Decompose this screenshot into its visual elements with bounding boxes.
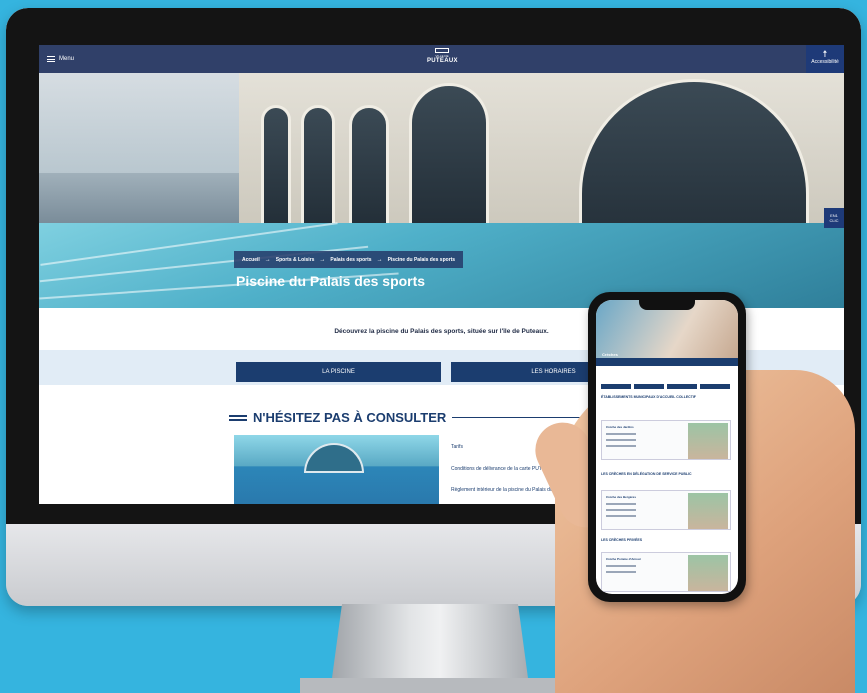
double-line-icon	[229, 414, 247, 421]
phone-tab-button[interactable]	[667, 384, 697, 389]
menu-label: Menu	[59, 56, 75, 62]
phone-card[interactable]: Crèche des Jardins	[601, 420, 731, 460]
pool-interior-image	[234, 435, 439, 504]
phone-screen: Crèches ÉTABLISSEMENTS MUNICIPAUX D'ACCU…	[596, 300, 738, 594]
hamburger-icon	[47, 56, 55, 62]
phone-section-heading: LES CRÈCHES EN DÉLÉGATION DE SERVICE PUB…	[601, 472, 692, 476]
page-title: Piscine du Palais des sports	[236, 273, 426, 289]
section-title: N'HÉSITEZ PAS À CONSULTER	[229, 410, 583, 425]
phone-card-line	[606, 503, 636, 505]
phone-card-title: Crèche Pomme d'Amour	[606, 557, 641, 561]
accessibility-button[interactable]: ☨ Accessibilité	[806, 45, 844, 73]
hero-building	[239, 73, 844, 279]
phone-card-title: Crèche des Jardins	[606, 425, 634, 429]
tab-la-piscine[interactable]: LA PISCINE	[236, 362, 441, 382]
phone-tab-button[interactable]	[700, 384, 730, 389]
monitor-stand-base	[300, 678, 560, 693]
phone-card-line	[606, 565, 636, 567]
arch-window	[304, 443, 364, 473]
hero-sky	[39, 73, 239, 173]
hero-image: EN1 CLIC Accueil → Sports & Loisirs → Pa…	[39, 73, 844, 308]
arrow-right-icon: →	[264, 256, 271, 263]
en1clic-badge[interactable]: EN1 CLIC	[824, 208, 844, 228]
site-logo[interactable]: VILLE DE PUTEAUX	[427, 48, 457, 64]
phone-card[interactable]: Crèche des Bergères	[601, 490, 731, 530]
phone-section-heading: ÉTABLISSEMENTS MUNICIPAUX D'ACCUEIL COLL…	[601, 395, 696, 399]
breadcrumb-item: Piscine du Palais des sports	[387, 256, 456, 263]
phone-card-line	[606, 515, 636, 517]
phone-tab-button[interactable]	[601, 384, 631, 389]
section-divider	[452, 417, 583, 418]
phone-card-image	[688, 555, 728, 591]
phone-card-image	[688, 493, 728, 529]
breadcrumb-item[interactable]: Accueil	[242, 257, 260, 263]
section-title-text: N'HÉSITEZ PAS À CONSULTER	[253, 410, 447, 425]
phone-breadcrumb-bar	[596, 358, 738, 366]
phone-card-line	[606, 509, 636, 511]
site-header: Menu VILLE DE PUTEAUX ☨ Accessibilité	[39, 45, 844, 73]
phone-card-line	[606, 445, 636, 447]
accessibility-label: Accessibilité	[811, 59, 839, 65]
phone-card-title: Crèche des Bergères	[606, 495, 637, 499]
phone-card[interactable]: Crèche Pomme d'Amour	[601, 552, 731, 592]
phone-page-title: Crèches	[602, 352, 618, 357]
accessibility-icon: ☨	[822, 49, 828, 59]
phone-card-line	[606, 571, 636, 573]
phone-card-line	[606, 439, 636, 441]
arrow-right-icon: →	[376, 256, 383, 263]
phone-section-heading: LES CRÈCHES PRIVÉES	[601, 538, 643, 542]
logo-building-icon	[435, 48, 449, 53]
breadcrumb: Accueil → Sports & Loisirs → Palais des …	[234, 251, 464, 268]
smartphone: Crèches ÉTABLISSEMENTS MUNICIPAUX D'ACCU…	[588, 292, 746, 602]
logo-name: PUTEAUX	[427, 58, 458, 64]
breadcrumb-item[interactable]: Palais des sports	[330, 257, 371, 263]
phone-tab-button[interactable]	[634, 384, 664, 389]
badge-line: CLIC	[829, 218, 839, 223]
arrow-right-icon: →	[319, 256, 326, 263]
breadcrumb-item[interactable]: Sports & Loisirs	[276, 257, 315, 263]
phone-card-image	[688, 423, 728, 459]
phone-card-line	[606, 433, 636, 435]
phone-notch	[639, 300, 695, 310]
link-reglement[interactable]: Règlement intérieur de la piscine du Pal…	[451, 487, 566, 493]
menu-button[interactable]: Menu	[39, 45, 74, 73]
link-tarifs[interactable]: Tarifs	[451, 444, 463, 450]
